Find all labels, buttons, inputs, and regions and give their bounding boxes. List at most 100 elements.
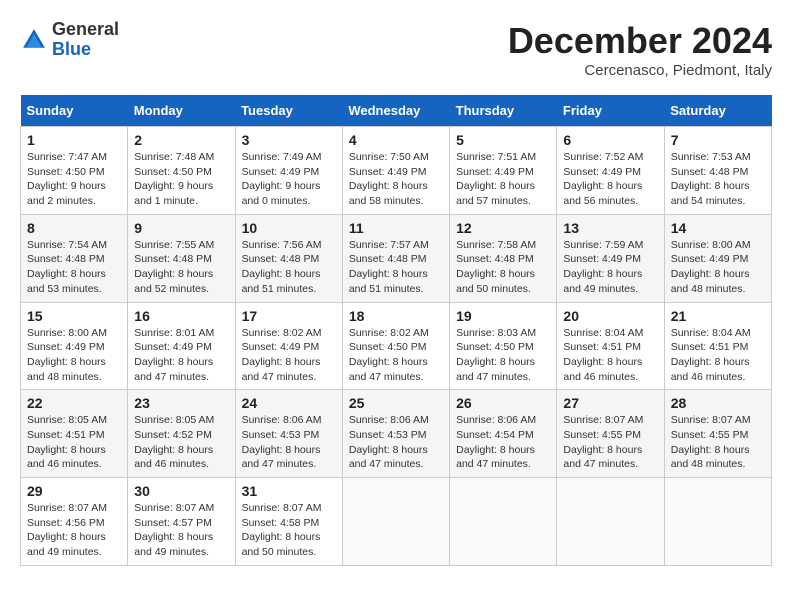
calendar-cell: 5 Sunrise: 7:51 AM Sunset: 4:49 PM Daylig… [450, 127, 557, 215]
day-number: 9 [134, 220, 228, 236]
day-number: 18 [349, 308, 443, 324]
calendar-cell: 31Sunrise: 8:07 AM Sunset: 4:58 PM Dayli… [235, 478, 342, 566]
calendar-cell: 11 Sunrise: 7:57 AM Sunset: 4:48 PM Dayli… [342, 214, 449, 302]
calendar-cell: 19 Sunrise: 8:03 AM Sunset: 4:50 PM Dayli… [450, 302, 557, 390]
calendar-cell: 18Sunrise: 8:02 AM Sunset: 4:50 PM Dayli… [342, 302, 449, 390]
day-info: Sunrise: 8:03 AM Sunset: 4:50 PM Dayligh… [456, 326, 550, 385]
calendar-cell [557, 478, 664, 566]
day-info: Sunrise: 8:01 AM Sunset: 4:49 PM Dayligh… [134, 326, 228, 385]
day-number: 6 [563, 132, 657, 148]
day-number: 15 [27, 308, 121, 324]
day-info: Sunrise: 7:55 AM Sunset: 4:48 PM Dayligh… [134, 238, 228, 297]
day-info: Sunrise: 7:47 AM Sunset: 4:50 PM Dayligh… [27, 150, 121, 209]
calendar-cell: 13Sunrise: 7:59 AM Sunset: 4:49 PM Dayli… [557, 214, 664, 302]
calendar-cell: 17 Sunrise: 8:02 AM Sunset: 4:49 PM Dayli… [235, 302, 342, 390]
day-number: 21 [671, 308, 765, 324]
day-header-thursday: Thursday [450, 95, 557, 127]
day-number: 11 [349, 220, 443, 236]
calendar-cell: 26Sunrise: 8:06 AM Sunset: 4:54 PM Dayli… [450, 390, 557, 478]
day-header-tuesday: Tuesday [235, 95, 342, 127]
calendar-cell: 8 Sunrise: 7:54 AM Sunset: 4:48 PM Daylig… [21, 214, 128, 302]
day-info: Sunrise: 8:05 AM Sunset: 4:52 PM Dayligh… [134, 413, 228, 472]
calendar-cell [450, 478, 557, 566]
location: Cercenasco, Piedmont, Italy [508, 62, 772, 79]
calendar-table: SundayMondayTuesdayWednesdayThursdayFrid… [20, 95, 772, 566]
day-number: 14 [671, 220, 765, 236]
day-info: Sunrise: 8:05 AM Sunset: 4:51 PM Dayligh… [27, 413, 121, 472]
day-info: Sunrise: 8:04 AM Sunset: 4:51 PM Dayligh… [563, 326, 657, 385]
day-number: 16 [134, 308, 228, 324]
day-info: Sunrise: 7:57 AM Sunset: 4:48 PM Dayligh… [349, 238, 443, 297]
calendar-cell: 6Sunrise: 7:52 AM Sunset: 4:49 PM Daylig… [557, 127, 664, 215]
day-info: Sunrise: 7:59 AM Sunset: 4:49 PM Dayligh… [563, 238, 657, 297]
day-info: Sunrise: 8:06 AM Sunset: 4:53 PM Dayligh… [349, 413, 443, 472]
day-number: 10 [242, 220, 336, 236]
calendar-cell [664, 478, 771, 566]
day-info: Sunrise: 7:50 AM Sunset: 4:49 PM Dayligh… [349, 150, 443, 209]
logo-icon [20, 26, 48, 54]
calendar-cell: 20 Sunrise: 8:04 AM Sunset: 4:51 PM Dayli… [557, 302, 664, 390]
logo-text: General Blue [52, 20, 119, 60]
day-info: Sunrise: 7:58 AM Sunset: 4:48 PM Dayligh… [456, 238, 550, 297]
day-header-monday: Monday [128, 95, 235, 127]
day-number: 5 [456, 132, 550, 148]
calendar-cell: 1 Sunrise: 7:47 AM Sunset: 4:50 PM Daylig… [21, 127, 128, 215]
day-header-wednesday: Wednesday [342, 95, 449, 127]
day-info: Sunrise: 7:51 AM Sunset: 4:49 PM Dayligh… [456, 150, 550, 209]
calendar-cell: 9 Sunrise: 7:55 AM Sunset: 4:48 PM Daylig… [128, 214, 235, 302]
header: General Blue December 2024 Cercenasco, P… [20, 20, 772, 79]
day-number: 12 [456, 220, 550, 236]
calendar-cell: 7 Sunrise: 7:53 AM Sunset: 4:48 PM Daylig… [664, 127, 771, 215]
day-number: 19 [456, 308, 550, 324]
calendar-cell: 21 Sunrise: 8:04 AM Sunset: 4:51 PM Dayli… [664, 302, 771, 390]
day-info: Sunrise: 7:56 AM Sunset: 4:48 PM Dayligh… [242, 238, 336, 297]
calendar-cell: 25 Sunrise: 8:06 AM Sunset: 4:53 PM Dayli… [342, 390, 449, 478]
calendar-week-row: 22 Sunrise: 8:05 AM Sunset: 4:51 PM Dayli… [21, 390, 772, 478]
day-number: 24 [242, 395, 336, 411]
day-number: 29 [27, 483, 121, 499]
day-number: 8 [27, 220, 121, 236]
day-number: 28 [671, 395, 765, 411]
logo: General Blue [20, 20, 119, 60]
day-number: 7 [671, 132, 765, 148]
calendar-cell: 27Sunrise: 8:07 AM Sunset: 4:55 PM Dayli… [557, 390, 664, 478]
day-number: 1 [27, 132, 121, 148]
day-number: 4 [349, 132, 443, 148]
day-number: 22 [27, 395, 121, 411]
calendar-cell: 22 Sunrise: 8:05 AM Sunset: 4:51 PM Dayli… [21, 390, 128, 478]
calendar-cell [342, 478, 449, 566]
calendar-cell: 10 Sunrise: 7:56 AM Sunset: 4:48 PM Dayli… [235, 214, 342, 302]
day-number: 23 [134, 395, 228, 411]
days-header-row: SundayMondayTuesdayWednesdayThursdayFrid… [21, 95, 772, 127]
day-number: 20 [563, 308, 657, 324]
calendar-cell: 3 Sunrise: 7:49 AM Sunset: 4:49 PM Daylig… [235, 127, 342, 215]
day-header-saturday: Saturday [664, 95, 771, 127]
title-area: December 2024 Cercenasco, Piedmont, Ital… [508, 20, 772, 79]
day-info: Sunrise: 7:49 AM Sunset: 4:49 PM Dayligh… [242, 150, 336, 209]
day-info: Sunrise: 8:04 AM Sunset: 4:51 PM Dayligh… [671, 326, 765, 385]
day-info: Sunrise: 8:06 AM Sunset: 4:53 PM Dayligh… [242, 413, 336, 472]
calendar-cell: 23 Sunrise: 8:05 AM Sunset: 4:52 PM Dayli… [128, 390, 235, 478]
calendar-cell: 16 Sunrise: 8:01 AM Sunset: 4:49 PM Dayli… [128, 302, 235, 390]
calendar-week-row: 15 Sunrise: 8:00 AM Sunset: 4:49 PM Dayli… [21, 302, 772, 390]
day-number: 27 [563, 395, 657, 411]
day-number: 2 [134, 132, 228, 148]
day-info: Sunrise: 8:00 AM Sunset: 4:49 PM Dayligh… [27, 326, 121, 385]
calendar-week-row: 8 Sunrise: 7:54 AM Sunset: 4:48 PM Daylig… [21, 214, 772, 302]
day-info: Sunrise: 7:53 AM Sunset: 4:48 PM Dayligh… [671, 150, 765, 209]
day-info: Sunrise: 8:02 AM Sunset: 4:49 PM Dayligh… [242, 326, 336, 385]
calendar-cell: 12 Sunrise: 7:58 AM Sunset: 4:48 PM Dayli… [450, 214, 557, 302]
day-info: Sunrise: 8:07 AM Sunset: 4:57 PM Dayligh… [134, 501, 228, 560]
day-header-friday: Friday [557, 95, 664, 127]
calendar-cell: 15 Sunrise: 8:00 AM Sunset: 4:49 PM Dayli… [21, 302, 128, 390]
calendar-cell: 24 Sunrise: 8:06 AM Sunset: 4:53 PM Dayli… [235, 390, 342, 478]
day-info: Sunrise: 7:48 AM Sunset: 4:50 PM Dayligh… [134, 150, 228, 209]
day-number: 3 [242, 132, 336, 148]
day-info: Sunrise: 7:54 AM Sunset: 4:48 PM Dayligh… [27, 238, 121, 297]
calendar-cell: 2 Sunrise: 7:48 AM Sunset: 4:50 PM Daylig… [128, 127, 235, 215]
day-number: 30 [134, 483, 228, 499]
calendar-cell: 29Sunrise: 8:07 AM Sunset: 4:56 PM Dayli… [21, 478, 128, 566]
day-number: 17 [242, 308, 336, 324]
calendar-week-row: 1 Sunrise: 7:47 AM Sunset: 4:50 PM Daylig… [21, 127, 772, 215]
day-number: 25 [349, 395, 443, 411]
